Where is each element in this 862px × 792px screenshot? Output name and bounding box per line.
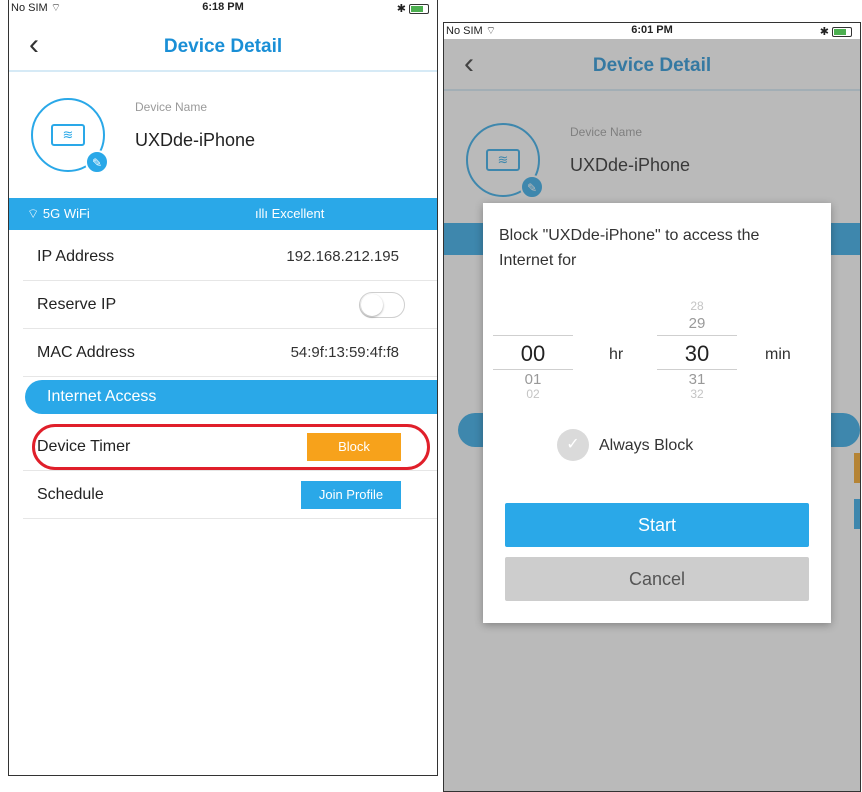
status-bar: No SIM ⌔ 6:18 PM ✱ — [9, 0, 437, 16]
minute-option[interactable]: 32 — [657, 387, 737, 401]
signal-quality: Excellent — [271, 206, 325, 221]
join-profile-button[interactable]: Join Profile — [301, 481, 401, 509]
always-block-label: Always Block — [599, 437, 694, 454]
ip-address-label: IP Address — [37, 248, 115, 265]
status-bar: No SIM ⌔ 6:01 PM ✱ — [444, 23, 860, 39]
clock: 6:01 PM — [631, 24, 673, 36]
clock: 6:18 PM — [202, 1, 244, 13]
minute-option[interactable]: 29 — [657, 315, 737, 332]
block-timer-screen: No SIM ⌔ 6:01 PM ✱ ‹ Device Detail ≋ ✎ D… — [443, 22, 861, 792]
nav-bar: ‹ Device Detail — [9, 22, 437, 72]
hour-picker-divider — [493, 369, 573, 370]
hour-selected[interactable]: 00 — [493, 341, 573, 367]
internet-access-header: Internet Access — [25, 380, 437, 414]
device-name-label: Device Name — [135, 100, 208, 114]
mac-address-label: MAC Address — [37, 344, 135, 361]
schedule-row: Schedule Join Profile — [23, 472, 437, 519]
hour-option[interactable]: 01 — [493, 371, 573, 388]
reserve-ip-toggle[interactable] — [359, 292, 405, 318]
device-timer-label: Device Timer — [37, 438, 131, 455]
hour-unit: hr — [609, 346, 624, 363]
device-name-value: UXDde-iPhone — [135, 130, 256, 150]
wifi-device-icon: ≋ — [51, 124, 85, 146]
device-header: ≋ ✎ Device Name UXDde-iPhone — [9, 72, 437, 198]
device-timer-row: Device Timer Block — [23, 424, 437, 471]
checkmark-icon[interactable]: ✓ — [557, 429, 589, 461]
section-title: Internet Access — [47, 388, 157, 405]
block-timer-dialog: Block "UXDde-iPhone" to access the Inter… — [483, 203, 831, 623]
minute-unit: min — [765, 346, 791, 363]
edit-icon[interactable]: ✎ — [85, 150, 109, 174]
hour-picker-divider — [493, 335, 573, 336]
hour-option[interactable]: 02 — [493, 387, 573, 401]
reserve-ip-row: Reserve IP — [23, 282, 437, 329]
page-title: Device Detail — [163, 36, 283, 57]
wifi-icon: ⌔ — [27, 206, 40, 221]
minute-picker-divider — [657, 335, 737, 336]
mac-address-row: MAC Address 54:9f:13:59:4f:f8 — [23, 330, 437, 377]
minute-option[interactable]: 31 — [657, 371, 737, 388]
minute-selected[interactable]: 30 — [657, 341, 737, 367]
ip-address-row: IP Address 192.168.212.195 — [23, 234, 437, 281]
bluetooth-icon: ✱ — [396, 3, 406, 15]
schedule-label: Schedule — [37, 486, 104, 503]
connection-bar: ⌔ 5G WiFi ıllı Excellent — [9, 198, 437, 230]
minute-option[interactable]: 28 — [657, 299, 737, 313]
signal-icon: ıllı — [255, 206, 268, 221]
bluetooth-icon: ✱ — [819, 26, 829, 38]
battery-icon — [409, 4, 429, 15]
wifi-band: 5G WiFi — [42, 206, 90, 221]
mac-address-value: 54:9f:13:59:4f:f8 — [290, 344, 399, 361]
ip-address-value: 192.168.212.195 — [286, 248, 399, 265]
toggle-knob — [361, 294, 383, 316]
block-button[interactable]: Block — [307, 433, 401, 461]
cancel-button[interactable]: Cancel — [505, 557, 809, 601]
device-detail-screen: No SIM ⌔ 6:18 PM ✱ ‹ Device Detail ≋ ✎ D… — [8, 0, 438, 776]
battery-icon — [832, 27, 852, 38]
dialog-message: Block "UXDde-iPhone" to access the Inter… — [499, 227, 760, 269]
device-avatar: ≋ ✎ — [31, 98, 109, 174]
minute-picker-divider — [657, 369, 737, 370]
start-button[interactable]: Start — [505, 503, 809, 547]
reserve-ip-label: Reserve IP — [37, 296, 117, 313]
